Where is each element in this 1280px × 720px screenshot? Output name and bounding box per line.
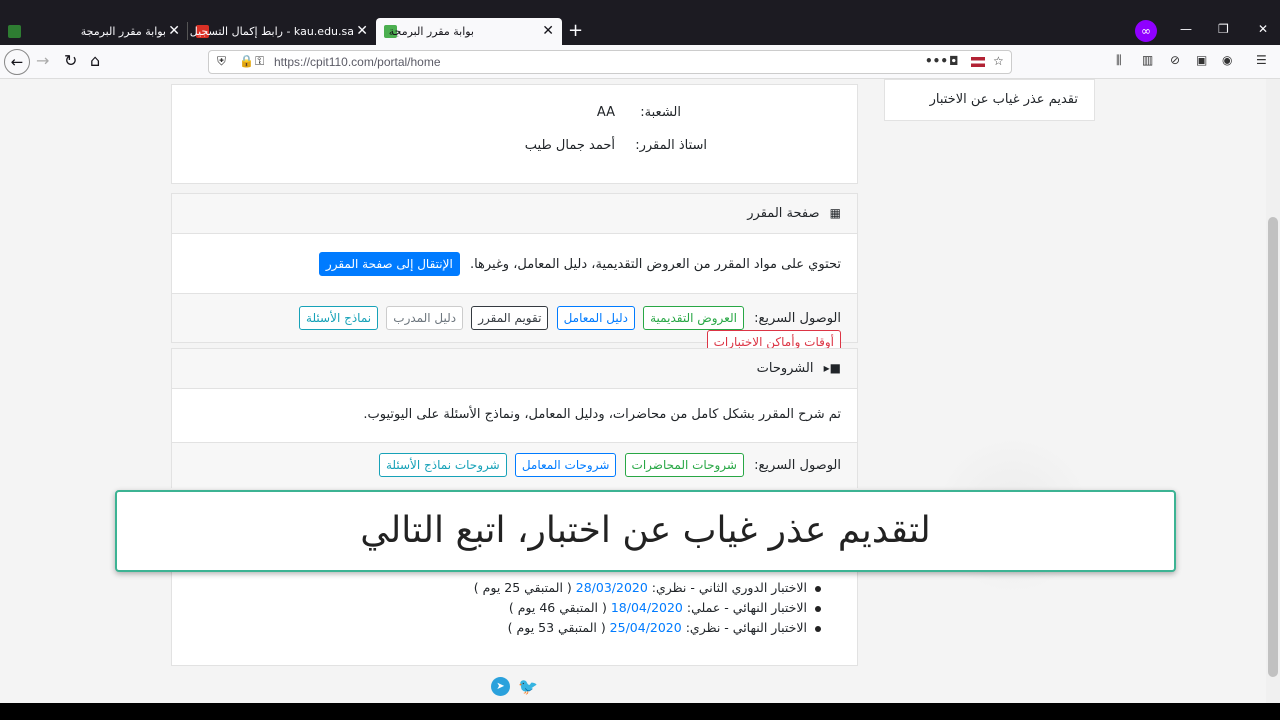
quick-access-label: الوصول السريع: xyxy=(754,311,841,326)
course-page-description: تحتوي على مواد المقرر من العروض التقديمي… xyxy=(469,257,841,272)
video-camera-icon: ■▸ xyxy=(823,361,841,375)
tab-2-close-icon[interactable]: ✕ xyxy=(356,23,368,39)
exam-date: 25/04/2020 xyxy=(609,620,682,635)
pocket-icon[interactable]: ◘ xyxy=(949,54,959,68)
restore-icon[interactable]: ❐ xyxy=(1218,22,1229,36)
lab-manual-link[interactable]: دليل المعامل xyxy=(556,306,635,330)
back-button[interactable]: ← xyxy=(4,49,30,75)
section-label: الشعبة: xyxy=(640,105,681,120)
explanations-description: تم شرح المقرر بشكل كامل من محاضرات، ودلي… xyxy=(363,407,841,422)
presentations-link[interactable]: العروض التقديمية xyxy=(643,306,744,330)
section-value: AA xyxy=(596,105,615,120)
flag-us-icon xyxy=(971,57,985,67)
key-icon[interactable]: ⚿ xyxy=(255,54,264,69)
forward-button[interactable]: → xyxy=(36,51,49,70)
absence-excuse-card[interactable]: تقديم عذر غياب عن الاختبار xyxy=(884,79,1095,121)
home-button[interactable]: ⌂ xyxy=(90,51,100,70)
exam-name: الاختبار النهائي - عملي: xyxy=(682,600,807,615)
navigation-bar: ← → ↻ ⌂ ⛨ 🔒 ⚿ https://cpit110.com/portal… xyxy=(0,45,1280,79)
lab-explanations-link[interactable]: شروحات المعامل xyxy=(514,453,617,477)
tab-3-label: بوابة مقرر البرمجة xyxy=(388,25,474,38)
library-icon[interactable]: ⫼ xyxy=(1116,53,1122,68)
shield-icon[interactable]: ⛨ xyxy=(217,54,226,69)
twitter-icon[interactable]: 🐦 xyxy=(518,677,538,696)
exam-date: 28/03/2020 xyxy=(575,580,648,595)
go-to-course-page-button[interactable]: الإنتقال إلى صفحة المقرر xyxy=(318,252,460,276)
exam-date: 18/04/2020 xyxy=(610,600,683,615)
exam-remaining: ( المتبقي 46 يوم ) xyxy=(508,600,611,615)
new-tab-button[interactable]: + xyxy=(568,20,583,41)
account-icon[interactable]: ◉ xyxy=(1222,53,1232,67)
menu-icon[interactable]: ☰ xyxy=(1256,53,1267,67)
list-item: الاختبار الدوري الثاني - نظري: 28/03/202… xyxy=(172,578,821,598)
quick-access-label: الوصول السريع: xyxy=(754,458,841,473)
tab-3-close-icon[interactable]: ✕ xyxy=(542,23,554,39)
absence-excuse-link[interactable]: تقديم عذر غياب عن الاختبار xyxy=(930,92,1078,107)
extension-icon[interactable]: ⊘ xyxy=(1170,53,1180,67)
bookmark-star-icon[interactable]: ☆ xyxy=(993,54,1004,68)
course-calendar-link[interactable]: تقويم المقرر xyxy=(471,306,549,330)
sample-questions-link[interactable]: نماذج الأسئلة xyxy=(299,306,379,330)
scrollbar-thumb[interactable] xyxy=(1268,217,1278,677)
url-text[interactable]: https://cpit110.com/portal/home xyxy=(274,55,441,69)
table-icon: ▦ xyxy=(829,206,841,220)
instructor-value: أحمد جمال طيب xyxy=(524,138,615,153)
explanations-title: الشروحات xyxy=(756,361,814,376)
explanations-body: تم شرح المقرر بشكل كامل من محاضرات، ودلي… xyxy=(172,389,857,443)
tab-1[interactable]: بوابة مقرر البرمجة ✕ xyxy=(0,18,186,45)
tab-3-active[interactable]: بوابة مقرر البرمجة ✕ xyxy=(376,18,562,45)
course-page-body: تحتوي على مواد المقرر من العروض التقديمي… xyxy=(172,234,857,294)
url-bar[interactable]: ⛨ 🔒 ⚿ https://cpit110.com/portal/home ••… xyxy=(208,50,1012,74)
reload-button[interactable]: ↻ xyxy=(64,51,77,70)
telegram-icon[interactable]: ➤ xyxy=(491,677,510,696)
quick-access-row: الوصول السريع: العروض التقديمية دليل الم… xyxy=(172,294,857,354)
bullet xyxy=(815,585,821,592)
course-page-card: ▦ صفحة المقرر تحتوي على مواد المقرر من ا… xyxy=(171,193,858,354)
lecture-explanations-link[interactable]: شروحات المحاضرات xyxy=(624,453,744,477)
tab-1-label: بوابة مقرر البرمجة xyxy=(80,25,166,38)
video-caption-overlay: لتقديم عذر غياب عن اختبار، اتبع التالي xyxy=(115,490,1176,572)
course-page-title: صفحة المقرر xyxy=(747,206,820,221)
bullet xyxy=(815,625,821,632)
caption-text: لتقديم عذر غياب عن اختبار، اتبع التالي xyxy=(360,510,931,551)
instructor-label: استاذ المقرر: xyxy=(635,138,707,153)
exam-name: الاختبار النهائي - نظري: xyxy=(681,620,807,635)
lock-icon[interactable]: 🔒 xyxy=(239,54,254,68)
exam-remaining: ( المتبقي 53 يوم ) xyxy=(507,620,610,635)
private-mask-icon: ∞ xyxy=(1135,20,1157,42)
close-window-icon[interactable]: ✕ xyxy=(1258,22,1268,36)
exam-name: الاختبار الدوري الثاني - نظري: xyxy=(647,580,807,595)
trainer-guide-link[interactable]: دليل المدرب xyxy=(386,306,464,330)
exam-dates-list: الاختبار الدوري الثاني - نظري: 28/03/202… xyxy=(171,572,858,666)
scrollbar[interactable] xyxy=(1266,79,1280,703)
bullet xyxy=(815,605,821,612)
tab-2-label: kau.edu.sa - رابط إكمال التسجيل xyxy=(189,25,354,38)
site-favicon-icon xyxy=(8,25,21,38)
exam-remaining: ( المتبقي 25 يوم ) xyxy=(473,580,576,595)
screenshot-icon[interactable]: ▣ xyxy=(1196,53,1207,67)
list-item: الاختبار النهائي - عملي: 18/04/2020 ( ال… xyxy=(172,598,821,618)
page-actions-icon[interactable]: ••• xyxy=(925,54,948,68)
explanations-card: ■▸ الشروحات تم شرح المقرر بشكل كامل من م… xyxy=(171,348,858,489)
tab-1-close-icon[interactable]: ✕ xyxy=(168,23,180,39)
minimize-icon[interactable]: — xyxy=(1180,22,1192,36)
list-item: الاختبار النهائي - نظري: 25/04/2020 ( ال… xyxy=(172,618,821,638)
explanations-quick-access-row: الوصول السريع: شروحات المحاضرات شروحات ا… xyxy=(172,443,857,489)
course-info-card: الشعبة: AA استاذ المقرر: أحمد جمال طيب xyxy=(171,84,858,184)
tab-2[interactable]: kau.edu.sa - رابط إكمال التسجيل ✕ xyxy=(188,18,374,45)
bottom-bar xyxy=(0,703,1280,720)
question-explanations-link[interactable]: شروحات نماذج الأسئلة xyxy=(378,453,507,477)
tab-bar: بوابة مقرر البرمجة ✕ kau.edu.sa - رابط إ… xyxy=(0,0,1280,45)
explanations-header: ■▸ الشروحات xyxy=(172,349,857,389)
course-page-header: ▦ صفحة المقرر xyxy=(172,194,857,234)
sidebar-icon[interactable]: ▥ xyxy=(1142,53,1153,67)
